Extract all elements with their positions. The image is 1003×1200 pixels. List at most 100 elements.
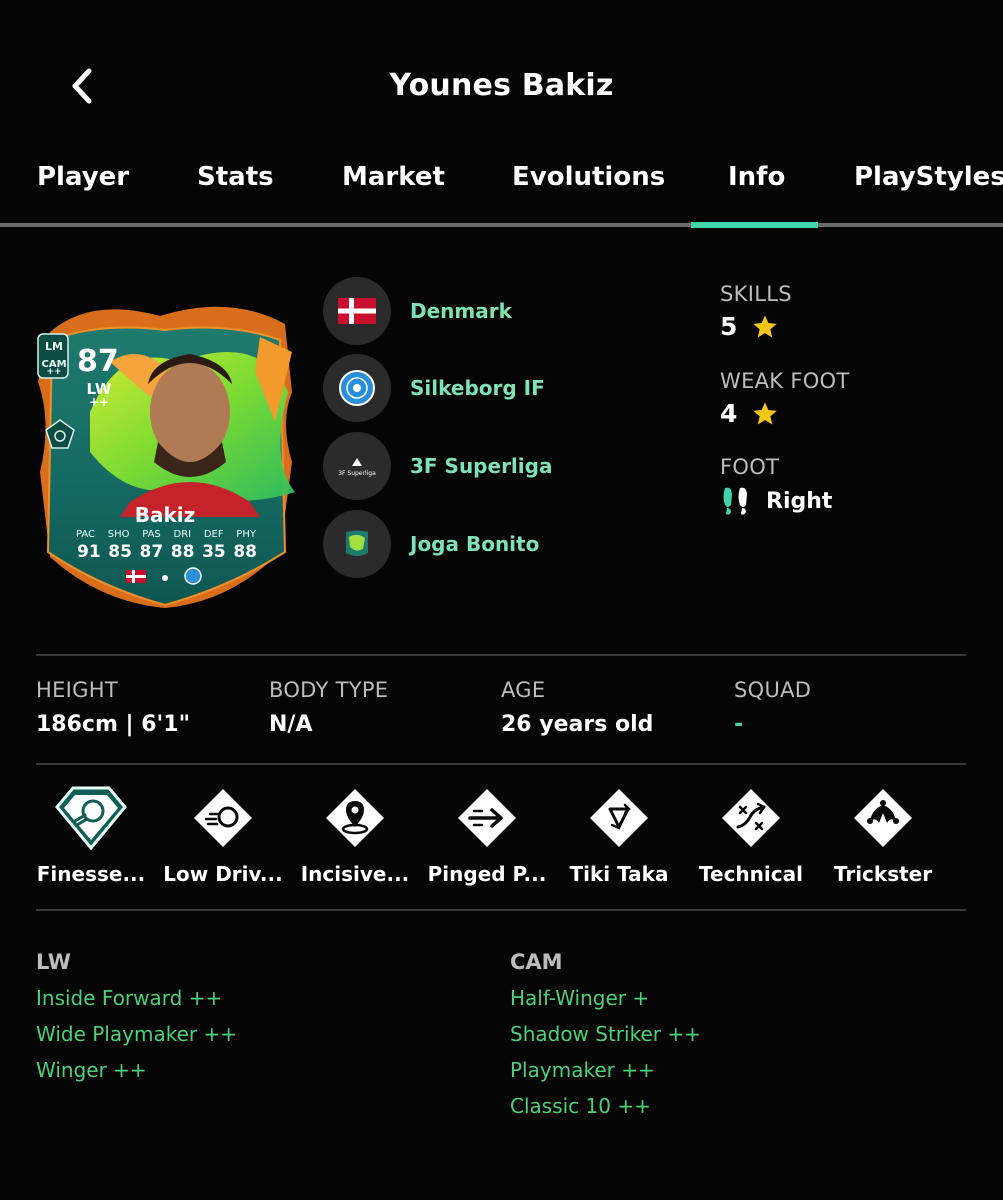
card-stat-value-pac: 91 [77,542,101,562]
card-stat-values: 91 85 87 88 35 88 [77,542,257,562]
card-alt-position-lm: LM [45,340,63,353]
nation-flag-icon [323,277,391,345]
card-stat-value-sho: 85 [108,542,132,562]
role-item[interactable]: Half-Winger + [510,980,701,1016]
club-crest-icon [323,354,391,422]
foot-value: Right [766,488,833,514]
playstyle-finesse-shot[interactable]: Finesse... [25,784,157,886]
tab-playstyles[interactable]: PlayStyles [854,156,1003,226]
role-item[interactable]: Playmaker ++ [510,1052,701,1088]
card-stat-label-pas: PAS [142,529,161,540]
league-logo-text: 3F Superliga [338,469,376,477]
finesse-shot-plus-icon [55,786,127,851]
age-label: AGE [501,678,546,702]
trickster-icon [854,789,912,847]
skills-label: SKILLS [720,282,792,306]
league-row[interactable]: 3F Superliga 3F Superliga [323,432,683,500]
squad-value: - [734,712,744,737]
role-item[interactable]: Inside Forward ++ [36,980,237,1016]
playstyle-low-driven-shot[interactable]: Low Driv... [157,784,289,886]
tab-underline [0,223,1003,227]
tab-bar: Player Stats Market Evolutions Info Play… [0,156,1003,226]
body-type-info: BODY TYPE N/A [269,678,388,737]
league-label: 3F Superliga [410,454,553,478]
card-stat-label-sho: SHO [107,529,130,540]
role-item[interactable]: Winger ++ [36,1052,237,1088]
playstyle-label: Tiki Taka [569,862,669,886]
skills-value-row: 5 [720,312,779,341]
skills-value: 5 [720,312,738,341]
divider [36,763,966,765]
playstyle-incisive-pass[interactable]: Incisive... [289,784,421,886]
club-row[interactable]: Silkeborg IF [323,354,683,422]
card-name: Bakiz [134,503,196,527]
squad-info: SQUAD - [734,678,811,737]
nation-label: Denmark [410,299,512,323]
squad-label: SQUAD [734,678,812,702]
program-label: Joga Bonito [410,532,540,556]
tab-active-indicator [691,222,818,228]
tab-evolutions[interactable]: Evolutions [512,156,665,226]
height-label: HEIGHT [36,678,118,702]
weak-foot-value: 4 [720,399,738,428]
program-row[interactable]: Joga Bonito [323,510,683,578]
card-stat-labels: PAC SHO PAS DRI DEF PHY [76,529,256,540]
program-card-icon [323,510,391,578]
card-stat-label-phy: PHY [236,529,256,540]
playstyle-pinged-pass[interactable]: Pinged P... [421,784,553,886]
playstyle-technical[interactable]: Technical [685,784,817,886]
card-stat-value-phy: 88 [233,542,257,562]
card-stat-value-pas: 87 [139,542,164,562]
weak-foot-value-row: 4 [720,399,779,428]
star-icon [753,401,778,424]
height-value: 186cm | 6'1" [36,712,191,737]
playstyle-label: Finesse... [36,862,146,886]
star-icon [753,314,778,337]
card-position-plus: ++ [88,395,110,409]
card-stat-label-pac: PAC [76,529,96,540]
league-logo-icon: 3F Superliga [323,432,391,500]
roles-cam-heading: CAM [510,950,563,974]
player-card[interactable]: LM CAM ++ 87 LW ++ Bakiz PAC SHO PAS DRI… [30,302,300,612]
card-stat-label-dri: DRI [173,529,192,540]
incisive-pass-icon [326,789,384,847]
foot-label: FOOT [720,455,780,479]
tab-market[interactable]: Market [342,156,445,226]
foot-value-row: Right [720,485,832,517]
low-driven-shot-icon [194,789,252,847]
playstyle-tiki-taka[interactable]: Tiki Taka [553,784,685,886]
card-alt-plus: ++ [46,367,62,377]
role-item[interactable]: Classic 10 ++ [510,1088,701,1124]
tab-stats[interactable]: Stats [197,156,274,226]
tab-player[interactable]: Player [37,156,129,226]
playstyle-label: Incisive... [300,862,410,886]
club-label: Silkeborg IF [410,376,545,400]
playstyle-label: Low Driv... [163,862,283,886]
card-stat-value-def: 35 [202,542,226,562]
roles-lw-heading: LW [36,950,71,974]
body-type-value: N/A [269,712,313,737]
playstyle-trickster[interactable]: Trickster [817,784,949,886]
footprints-icon [723,487,747,515]
card-stat-value-dri: 88 [170,542,195,562]
page-title: Younes Bakiz [389,68,614,103]
playstyle-label: Trickster [833,862,933,886]
body-type-label: BODY TYPE [269,678,389,702]
pinged-pass-icon [458,789,516,847]
tab-info[interactable]: Info [728,156,785,226]
height-info: HEIGHT 186cm | 6'1" [36,678,190,737]
nation-row[interactable]: Denmark [323,277,683,345]
playstyle-label: Technical [699,862,803,886]
age-value: 26 years old [501,712,654,737]
divider [36,909,966,911]
roles-cam: CAM Half-Winger + Shadow Striker ++ Play… [510,950,701,1124]
role-item[interactable]: Shadow Striker ++ [510,1016,701,1052]
playstyle-label: Pinged P... [427,862,547,886]
weak-foot-label: WEAK FOOT [720,369,850,393]
roles-lw: LW Inside Forward ++ Wide Playmaker ++ W… [36,950,237,1088]
player-card-art [37,306,295,608]
technical-icon [722,789,780,847]
tiki-taka-icon [590,789,648,847]
card-rating: 87 [77,344,119,379]
role-item[interactable]: Wide Playmaker ++ [36,1016,237,1052]
